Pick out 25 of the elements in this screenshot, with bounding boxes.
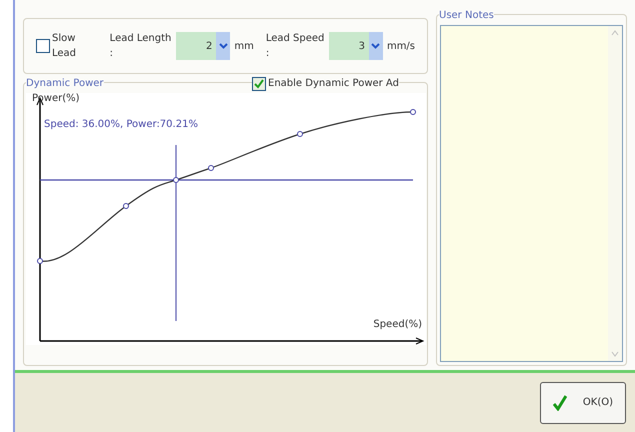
dropdown-field[interactable]: 2 bbox=[176, 32, 230, 60]
arrow-down-icon bbox=[611, 351, 619, 357]
check-icon bbox=[254, 78, 264, 88]
check-icon bbox=[553, 394, 567, 410]
readout-text: Speed: 36.00%, Power:70.21% bbox=[44, 118, 198, 132]
checkbox-label: Slow Lead bbox=[52, 32, 78, 61]
unit-label: mm/s bbox=[386, 40, 416, 54]
ok-button[interactable]: OK(O) bbox=[540, 382, 626, 424]
group-title: Dynamic Power bbox=[26, 76, 104, 91]
notes-field[interactable] bbox=[440, 25, 623, 362]
axis-label: Speed(%) bbox=[373, 318, 422, 332]
checkbox[interactable] bbox=[36, 39, 50, 53]
axis-label: Power(%) bbox=[32, 92, 80, 106]
scrollbar[interactable] bbox=[608, 26, 622, 361]
dropdown-field[interactable]: 3 bbox=[328, 32, 383, 60]
chevron-down-icon bbox=[218, 43, 228, 49]
checkbox-label: Enable Dynamic Power Ad bbox=[268, 77, 399, 91]
unit-label: mm bbox=[234, 40, 254, 54]
field-label: Lead Length : bbox=[110, 32, 172, 61]
checkbox[interactable] bbox=[252, 76, 266, 90]
arrow-up-icon bbox=[611, 30, 619, 36]
field-label: Lead Speed : bbox=[266, 32, 325, 61]
dropdown-button[interactable] bbox=[368, 32, 383, 60]
chevron-down-icon bbox=[371, 43, 380, 49]
dropdown-button[interactable] bbox=[216, 32, 230, 60]
